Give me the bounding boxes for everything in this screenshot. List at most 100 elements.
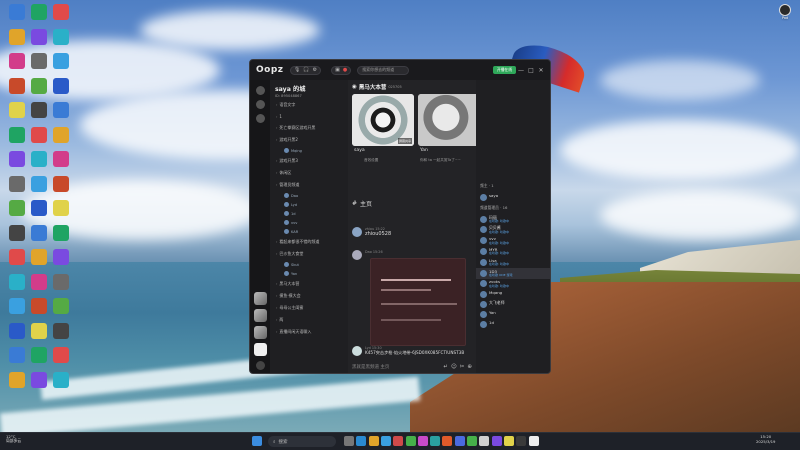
channel-item[interactable]: › 死亡拳赛区游戏开黑 (270, 122, 348, 134)
member-item[interactable]: MYR 在听歌: 听歌中 (476, 246, 550, 257)
desktop-icon[interactable] (50, 224, 72, 241)
channel-item[interactable]: › 管理员频道 (270, 179, 348, 191)
avatar[interactable] (352, 346, 362, 356)
desktop-icon[interactable] (50, 28, 72, 45)
desktop-icon[interactable] (28, 298, 50, 314)
member-item[interactable]: 1D3 在听歌 ODE 游戏 (476, 268, 550, 279)
channel-item[interactable]: › 母母公主闺蜜 (270, 302, 348, 314)
taskbar-app-icon[interactable] (528, 436, 539, 446)
desktop-icon[interactable] (50, 200, 72, 216)
record-icon[interactable]: ● (343, 67, 347, 73)
desktop-icon[interactable] (28, 4, 50, 20)
desktop-icon[interactable] (28, 347, 50, 363)
home-icon[interactable] (255, 86, 265, 95)
desktop-icon[interactable] (50, 53, 72, 69)
clock[interactable]: 15:20 2025/3/19 (756, 434, 775, 444)
desktop-icon[interactable] (28, 126, 50, 143)
member-item[interactable]: saya (476, 192, 550, 202)
desktop-icon[interactable] (6, 371, 28, 388)
desktop-icon[interactable] (6, 200, 28, 216)
taskbar-app-icon[interactable] (430, 436, 441, 446)
minimize-button[interactable]: — (516, 67, 526, 74)
channel-item[interactable]: › 语音文字 (270, 99, 348, 111)
channel-item[interactable]: › 两 (270, 314, 348, 326)
channel-member[interactable]: Lyd (270, 200, 348, 209)
search-input[interactable]: 搜索你想去的频道 (357, 65, 410, 75)
video-tile-yan[interactable] (418, 94, 480, 146)
member-item[interactable]: Mqang (476, 290, 550, 300)
bolt-icon[interactable] (255, 114, 265, 123)
maximize-button[interactable]: □ (526, 67, 536, 74)
add-server-icon[interactable] (255, 361, 265, 370)
channel-member[interactable]: Dao (270, 191, 348, 200)
desktop-icon-pad[interactable]: Pad (776, 4, 794, 20)
voice-controls[interactable]: 🎙 🎧 ⚙ (290, 65, 322, 75)
desktop-icon[interactable] (6, 347, 28, 363)
taskbar-app-icon[interactable] (356, 436, 367, 446)
desktop-icon[interactable] (50, 77, 72, 94)
server-avatar[interactable] (253, 343, 267, 356)
live-button[interactable]: 开播在线 (492, 66, 516, 74)
settings-icon[interactable]: ⚙ (313, 67, 317, 73)
discover-icon[interactable] (255, 100, 265, 109)
channel-item[interactable]: › 看起来都很不错的频道 (270, 236, 348, 248)
channel-item[interactable]: › 黑马大本营 (270, 278, 348, 290)
desktop-icon[interactable] (28, 224, 50, 241)
channel-member[interactable]: KAR (270, 227, 348, 236)
member-item[interactable]: Lisa 在听歌: 听歌中 (476, 257, 550, 268)
desktop-icon[interactable] (50, 4, 72, 20)
avatar[interactable] (352, 227, 362, 237)
taskbar-app-icon[interactable] (516, 436, 527, 446)
desktop-icon[interactable] (6, 102, 28, 118)
chat-input[interactable]: 黑就是黑频道 主页 (352, 364, 440, 370)
channel-member[interactable]: vvv (270, 218, 348, 227)
desktop-icon[interactable] (6, 53, 28, 69)
desktop-icon[interactable] (28, 249, 50, 265)
server-name[interactable]: saya 的城 (270, 80, 348, 93)
close-button[interactable]: ✕ (536, 67, 546, 74)
taskbar-app-icon[interactable] (503, 436, 514, 446)
channel-item[interactable]: › 直播间闲天语聊入 (270, 326, 348, 338)
desktop-icon[interactable] (50, 126, 72, 143)
taskbar-app-icon[interactable] (344, 436, 354, 446)
desktop-icon[interactable] (28, 77, 50, 94)
desktop-icon[interactable] (6, 28, 28, 45)
desktop-icon[interactable] (50, 102, 72, 118)
avatar[interactable] (352, 250, 362, 260)
taskbar-app-icon[interactable] (405, 436, 416, 446)
desktop-icon[interactable] (6, 175, 28, 192)
desktop-icon[interactable] (50, 175, 72, 192)
desktop-icon[interactable] (6, 249, 28, 265)
taskbar-app-icon[interactable] (442, 436, 453, 446)
headphone-icon[interactable]: 🎧 (303, 67, 309, 73)
member-item[interactable]: vvv 在听歌: 听歌中 (476, 236, 550, 247)
screen-icon[interactable]: ▣ (335, 67, 340, 73)
taskbar-app-icon[interactable] (479, 436, 490, 446)
desktop-icon[interactable] (28, 151, 50, 167)
channel-item[interactable]: › 1 (270, 111, 348, 122)
server-avatar[interactable] (253, 309, 267, 322)
server-avatar[interactable] (253, 292, 267, 305)
channel-member[interactable]: Yan (270, 269, 348, 278)
desktop-icon[interactable] (6, 126, 28, 143)
channel-item[interactable]: › 游戏开黑3 (270, 155, 348, 167)
taskbar-app-icon[interactable] (467, 436, 477, 446)
desktop-icon[interactable] (6, 273, 28, 290)
desktop-icon[interactable] (28, 273, 50, 290)
desktop-icon[interactable] (6, 298, 28, 314)
desktop-icon[interactable] (28, 371, 50, 388)
desktop-icon[interactable] (50, 322, 72, 339)
plus-icon[interactable]: ⊕ (467, 364, 472, 370)
channel-item[interactable]: › 游戏开黑2 (270, 134, 348, 146)
desktop-icon[interactable] (28, 200, 50, 216)
desktop-icon[interactable] (50, 371, 72, 388)
member-item[interactable]: 玛丽 在听歌: 听歌中 (476, 214, 550, 225)
desktop-icon[interactable] (50, 298, 72, 314)
emoji-icon[interactable]: ☺ (451, 364, 457, 370)
channel-item[interactable]: › 摸鱼·摸大会 (270, 290, 348, 302)
channel-item[interactable]: › 休闲区 (270, 167, 348, 179)
weather-widget[interactable]: 12°C 局部多云 (6, 434, 21, 444)
channel-member[interactable]: Mqing (270, 146, 348, 155)
desktop-icon[interactable] (28, 28, 50, 45)
desktop-icon[interactable] (50, 347, 72, 363)
